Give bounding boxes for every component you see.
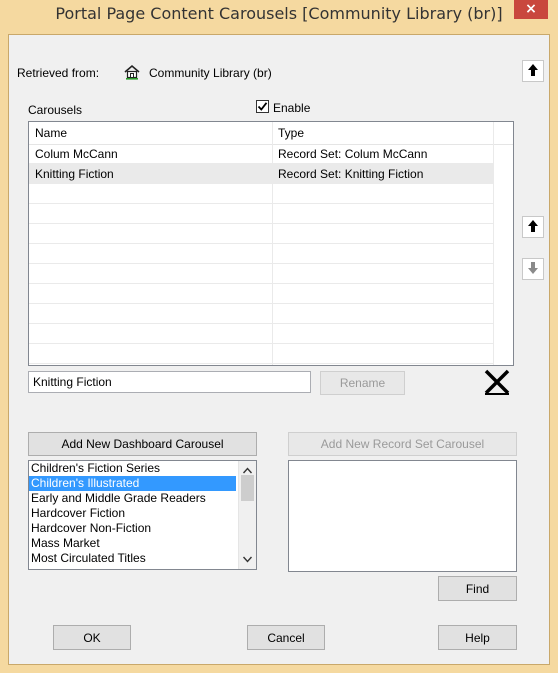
empty-row — [29, 244, 493, 264]
enable-label: Enable — [273, 101, 311, 115]
carousels-table[interactable]: Name Type Colum McCann Record Set: Colum… — [28, 121, 514, 366]
list-item[interactable]: Hardcover Fiction — [29, 506, 256, 521]
library-name: Community Library (br) — [149, 66, 272, 80]
column-divider — [272, 122, 273, 365]
empty-row — [29, 204, 493, 224]
column-header-type[interactable]: Type — [278, 126, 304, 140]
list-item[interactable]: Most Circulated Titles — [29, 551, 256, 566]
scrollbar-thumb[interactable] — [241, 475, 254, 501]
close-button[interactable]: × — [514, 0, 548, 19]
row-type: Record Set: Colum McCann — [278, 147, 428, 161]
carousel-name-field[interactable]: Knitting Fiction — [28, 371, 311, 393]
enable-checkbox[interactable] — [256, 100, 269, 113]
arrow-up-icon — [528, 219, 538, 235]
find-button[interactable]: Find — [438, 576, 517, 601]
empty-row — [29, 184, 493, 204]
cancel-button[interactable]: Cancel — [247, 625, 325, 650]
help-button[interactable]: Help — [438, 625, 517, 650]
dialog-window: Portal Page Content Carousels [Community… — [0, 0, 558, 673]
empty-row — [29, 344, 493, 364]
retrieved-from-label: Retrieved from: — [17, 66, 100, 80]
arrow-down-icon — [528, 261, 538, 277]
empty-row — [29, 264, 493, 284]
add-record-set-carousel-button[interactable]: Add New Record Set Carousel — [288, 432, 517, 456]
dashboard-carousel-list[interactable]: Children's Fiction Series Children's Ill… — [28, 460, 257, 570]
empty-row — [29, 224, 493, 244]
rename-button[interactable]: Rename — [320, 371, 405, 395]
move-top-button[interactable] — [522, 60, 544, 82]
window-title: Portal Page Content Carousels [Community… — [55, 4, 503, 23]
delete-x-icon[interactable] — [484, 369, 510, 398]
empty-row — [29, 324, 493, 344]
ok-button[interactable]: OK — [53, 625, 131, 650]
arrow-up-icon — [528, 63, 538, 79]
list-item[interactable]: Mass Market — [29, 536, 256, 551]
home-icon — [123, 63, 141, 84]
row-type: Record Set: Knitting Fiction — [278, 167, 424, 181]
empty-row — [29, 284, 493, 304]
table-row[interactable]: Knitting Fiction Record Set: Knitting Fi… — [29, 164, 493, 184]
list-scrollbar[interactable] — [238, 461, 256, 569]
carousels-label: Carousels — [28, 103, 83, 117]
list-item[interactable]: Children's Fiction Series — [29, 461, 256, 476]
move-down-button[interactable] — [522, 258, 544, 280]
chevron-down-icon[interactable] — [242, 552, 253, 566]
row-name: Colum McCann — [35, 147, 118, 161]
empty-row — [29, 304, 493, 324]
list-item[interactable]: Early and Middle Grade Readers — [29, 491, 256, 506]
list-item[interactable]: Hardcover Non-Fiction — [29, 521, 256, 536]
add-dashboard-carousel-button[interactable]: Add New Dashboard Carousel — [28, 432, 257, 456]
record-set-list[interactable] — [288, 460, 517, 572]
move-up-button[interactable] — [522, 216, 544, 238]
table-row[interactable]: Colum McCann Record Set: Colum McCann — [29, 144, 493, 164]
title-bar[interactable]: Portal Page Content Carousels [Community… — [0, 0, 558, 34]
column-header-name[interactable]: Name — [35, 126, 67, 140]
row-name: Knitting Fiction — [35, 167, 114, 181]
list-item[interactable]: Children's Illustrated — [29, 476, 236, 491]
column-divider — [493, 122, 494, 365]
dialog-body: Retrieved from: Community Library (br) C… — [8, 34, 550, 665]
table-header: Name Type — [29, 122, 513, 145]
